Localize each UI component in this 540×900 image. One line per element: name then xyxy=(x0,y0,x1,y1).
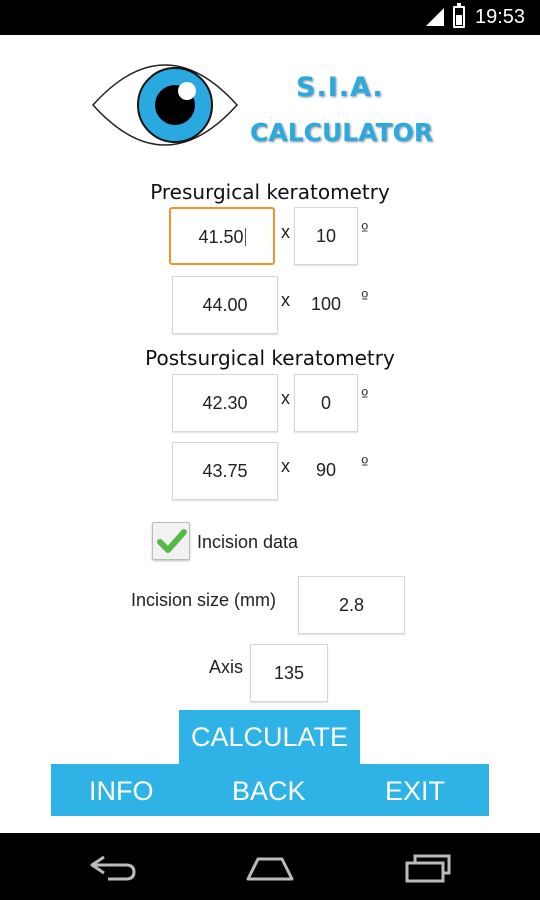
pre-k2-degree: º xyxy=(361,288,369,307)
incision-size-input[interactable]: 2.8 xyxy=(298,576,405,634)
exit-button[interactable]: EXIT xyxy=(385,776,445,807)
postsurgical-heading: Postsurgical keratometry xyxy=(145,346,395,370)
checkmark-icon xyxy=(157,529,187,553)
bottom-button-bar: INFO BACK EXIT xyxy=(51,764,489,816)
info-button[interactable]: INFO xyxy=(89,776,154,807)
system-nav-bar xyxy=(0,833,540,900)
incision-axis-input[interactable]: 135 xyxy=(250,644,328,702)
post-k2-times: x xyxy=(281,456,290,476)
app-title-line2: CALCULATOR xyxy=(250,118,434,147)
home-nav-icon[interactable] xyxy=(242,853,298,883)
pre-k1-degree: º xyxy=(361,220,369,239)
status-bar: 19:53 xyxy=(0,0,540,35)
eye-logo-icon xyxy=(91,64,239,146)
pre-k1-times: x xyxy=(281,222,290,242)
back-nav-icon[interactable] xyxy=(86,853,138,883)
presurgical-heading: Presurgical keratometry xyxy=(150,180,390,204)
incision-size-label: Incision size (mm) xyxy=(131,590,277,610)
post-k2-degree: º xyxy=(361,454,369,473)
pre-k1-value-text: 41.50 xyxy=(198,227,244,247)
signal-icon xyxy=(426,8,444,26)
app-title-line1: S.I.A. xyxy=(296,72,384,103)
post-k1-value-input[interactable]: 42.30 xyxy=(172,374,278,432)
recents-nav-icon[interactable] xyxy=(403,853,453,883)
pre-k2-value-input[interactable]: 44.00 xyxy=(172,276,278,334)
battery-icon xyxy=(453,3,465,28)
pre-k2-axis-input[interactable]: 100 xyxy=(294,276,358,334)
calculate-button[interactable]: CALCULATE xyxy=(179,710,360,766)
incision-data-label: Incision data xyxy=(197,532,299,552)
pre-k2-times: x xyxy=(281,290,290,310)
post-k2-value-input[interactable]: 43.75 xyxy=(172,442,278,500)
post-k1-degree: º xyxy=(361,386,369,405)
post-k1-axis-input[interactable]: 0 xyxy=(294,374,358,432)
pre-k1-value-input[interactable]: 41.50 xyxy=(169,207,275,265)
post-k2-axis-input[interactable]: 90 xyxy=(294,442,358,500)
incision-data-checkbox[interactable] xyxy=(152,522,190,560)
text-cursor xyxy=(244,228,246,246)
status-time: 19:53 xyxy=(475,6,526,28)
incision-axis-label: Axis xyxy=(209,657,244,677)
pre-k1-axis-input[interactable]: 10 xyxy=(294,207,358,265)
post-k1-times: x xyxy=(281,388,290,408)
back-button[interactable]: BACK xyxy=(232,776,306,807)
